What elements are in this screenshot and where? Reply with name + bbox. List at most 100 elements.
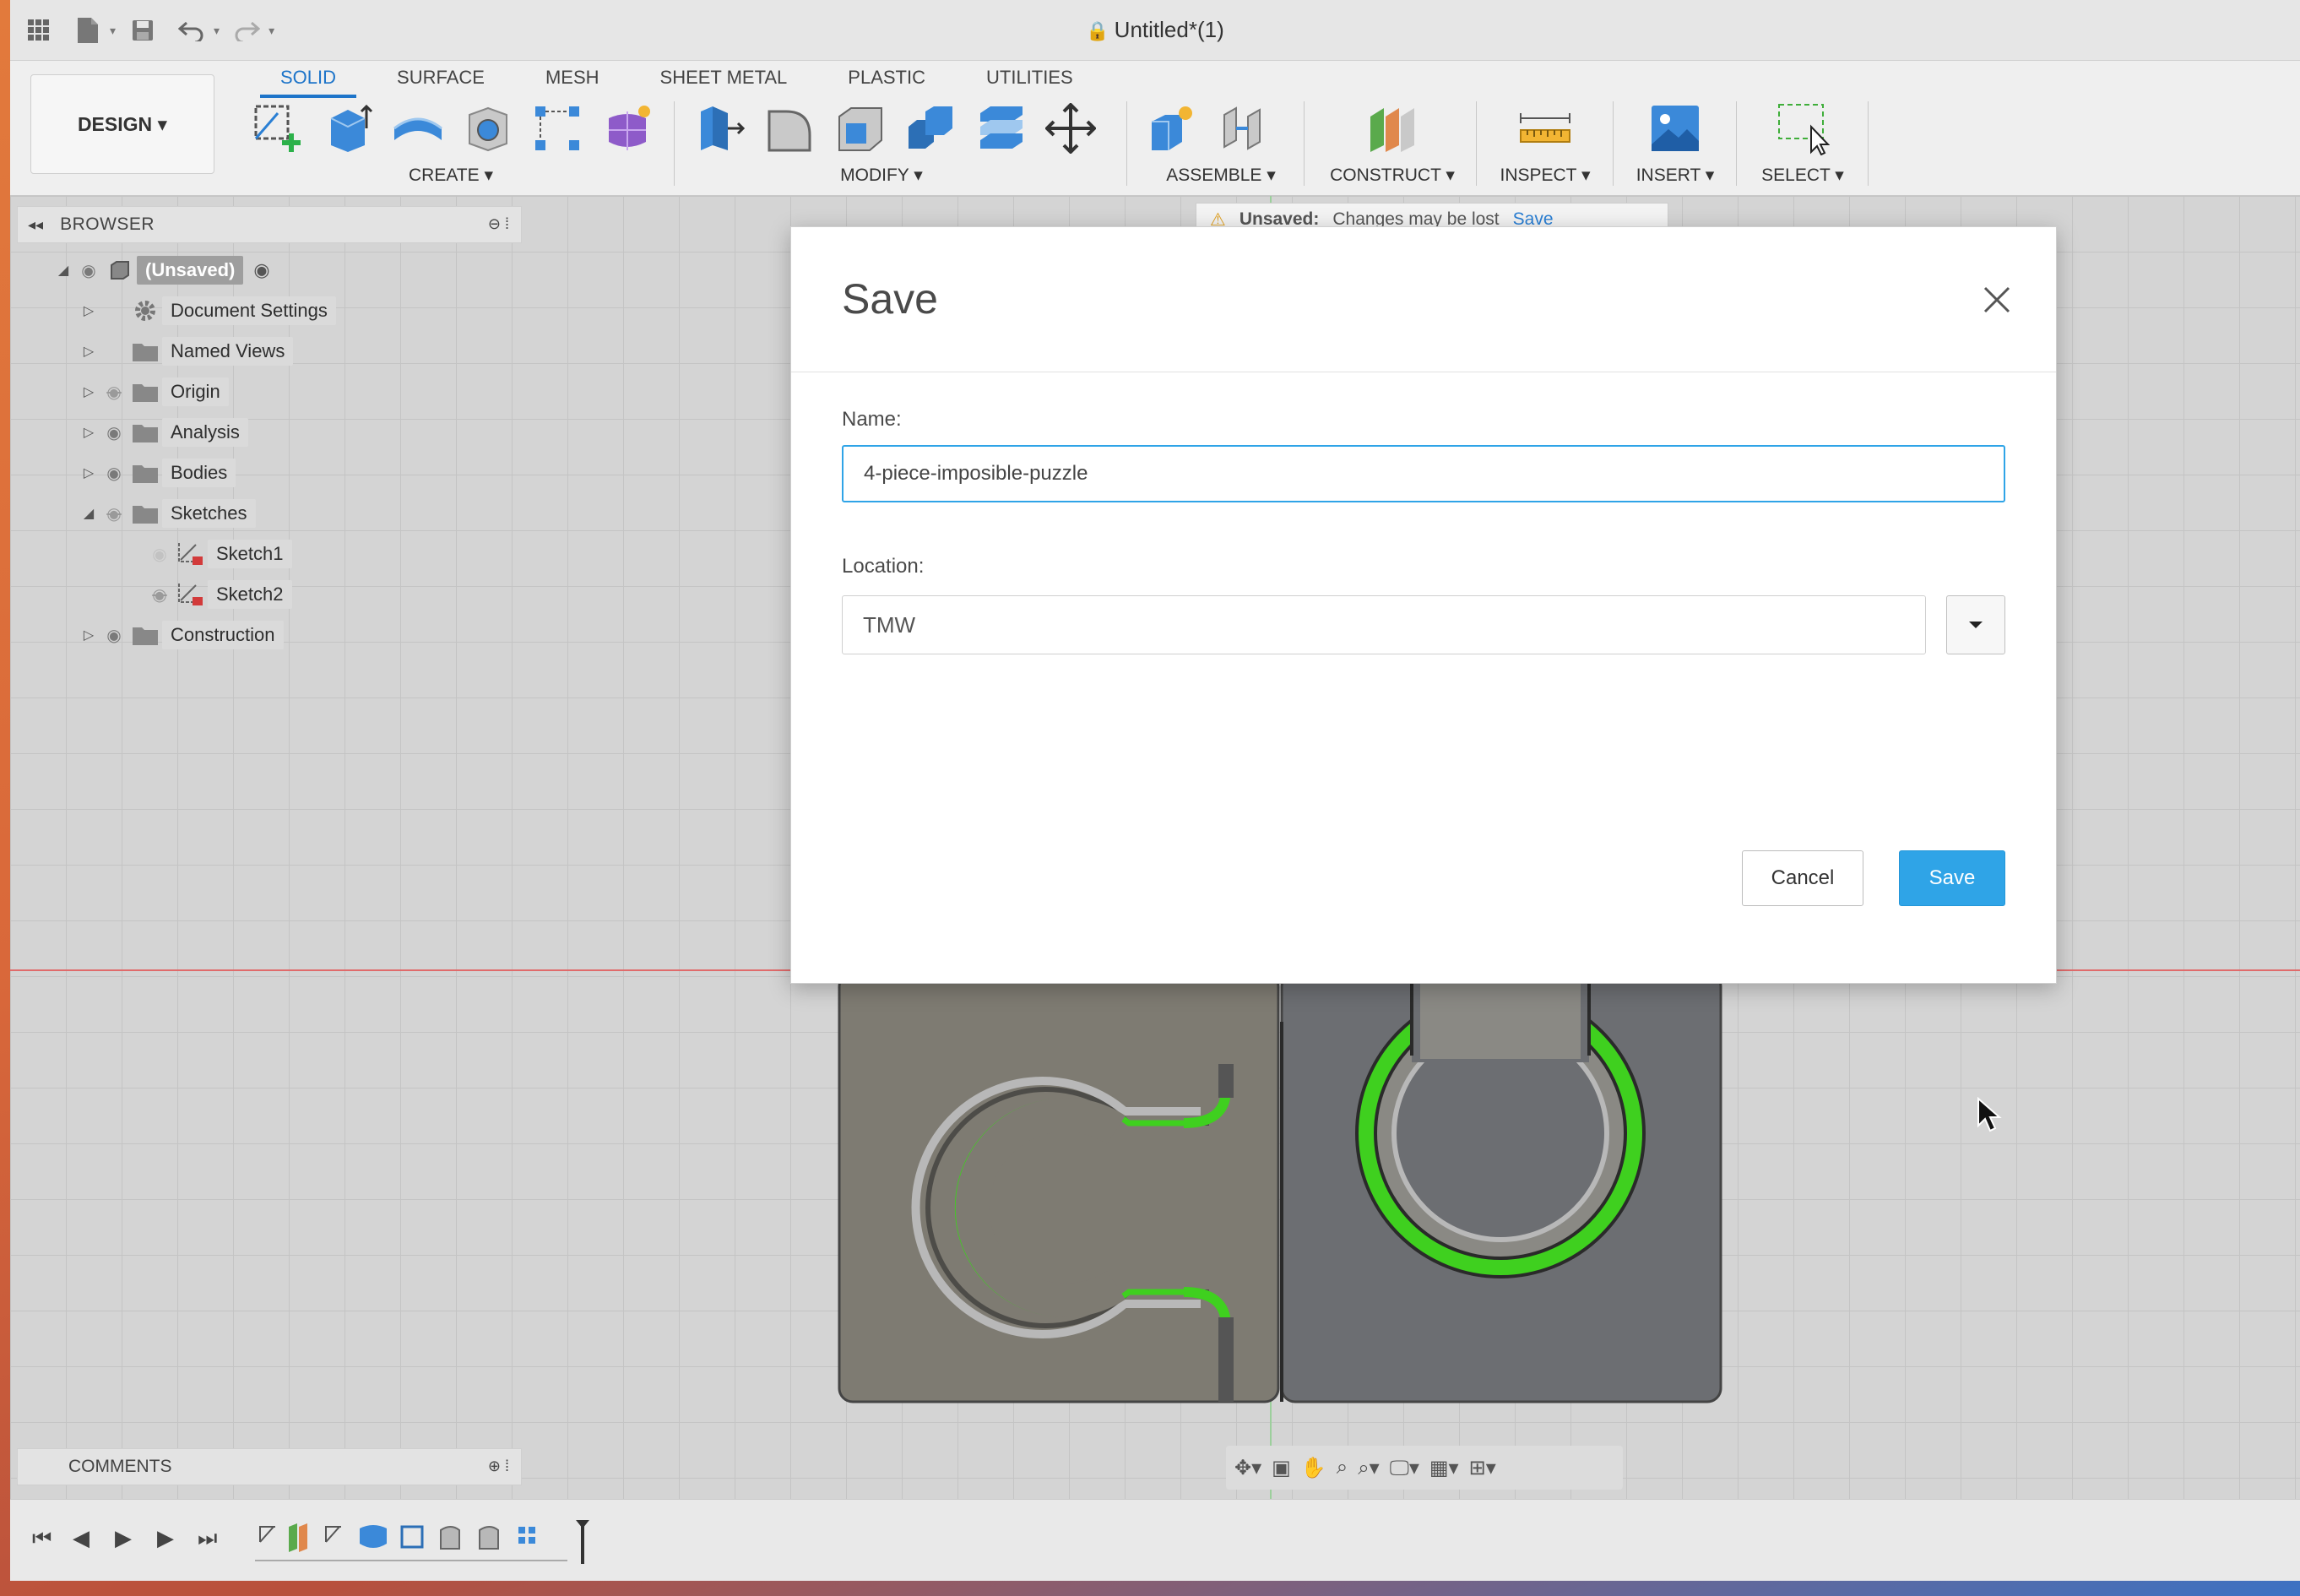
save-button[interactable]: Save	[1899, 850, 2005, 906]
tab-solid[interactable]: SOLID	[250, 61, 366, 98]
inspect-menu[interactable]: INSPECT ▾	[1493, 165, 1598, 186]
create-sketch-icon[interactable]	[252, 101, 304, 155]
zoom-icon[interactable]: ⌕	[1337, 1456, 1348, 1479]
plus-icon[interactable]: ⊕ ⁞	[488, 1458, 509, 1475]
lock-icon: 🔒	[1086, 20, 1109, 41]
orbit-icon[interactable]: ✥▾	[1234, 1456, 1261, 1480]
pan-icon[interactable]: ✋	[1301, 1456, 1326, 1480]
select-icon[interactable]	[1776, 101, 1830, 155]
go-to-start-icon[interactable]: ⏮	[32, 1525, 52, 1552]
display-settings-icon[interactable]: 🖵▾	[1390, 1456, 1419, 1480]
caret-down-icon	[1969, 622, 1983, 628]
eye-hidden-icon[interactable]: ◉	[100, 382, 128, 403]
expand-triangle-icon[interactable]: ▷	[78, 343, 100, 360]
form-icon[interactable]	[601, 101, 654, 155]
fillet-icon[interactable]	[762, 101, 816, 155]
name-input[interactable]	[842, 445, 2005, 502]
modify-group: MODIFY ▾	[692, 98, 1098, 191]
radio-target-icon[interactable]: ◉	[253, 259, 269, 281]
close-icon[interactable]	[1980, 283, 2014, 317]
measure-icon[interactable]	[1518, 101, 1572, 155]
tab-sheet-metal[interactable]: SHEET METAL	[630, 61, 818, 95]
ribbon-tabs: SOLID SURFACE MESH SHEET METAL PLASTIC U…	[250, 61, 1104, 98]
cancel-button[interactable]: Cancel	[1742, 850, 1863, 906]
revolve-icon[interactable]	[391, 101, 445, 155]
pattern-icon[interactable]	[531, 101, 583, 155]
eye-icon[interactable]: ◉	[100, 422, 128, 443]
collapse-triangle-icon[interactable]: ◢	[52, 262, 74, 279]
expand-triangle-icon[interactable]: ▷	[78, 302, 100, 319]
combine-icon[interactable]	[903, 101, 957, 155]
construct-group: CONSTRUCT ▾	[1322, 98, 1462, 191]
expand-triangle-icon[interactable]: ▷	[78, 383, 100, 400]
tree-item-sketch1[interactable]: ◉ Sketch1	[145, 537, 292, 571]
assemble-group: ASSEMBLE ▾	[1145, 98, 1297, 191]
tree-item-analysis[interactable]: ▷ ◉ Analysis	[78, 415, 248, 449]
create-menu[interactable]: CREATE ▾	[248, 165, 654, 186]
viewports-icon[interactable]: ⊞▾	[1469, 1456, 1496, 1480]
tab-mesh[interactable]: MESH	[515, 61, 630, 95]
file-icon[interactable]	[66, 8, 110, 52]
construct-menu[interactable]: CONSTRUCT ▾	[1322, 165, 1462, 186]
minus-icon[interactable]: ⊖ ⁞	[488, 215, 509, 233]
step-forward-icon[interactable]: ▶	[157, 1525, 174, 1551]
tree-item-sketch2[interactable]: ◉ Sketch2	[145, 578, 292, 611]
expand-triangle-icon[interactable]: ▷	[78, 627, 100, 643]
insert-menu[interactable]: INSERT ▾	[1628, 165, 1722, 186]
eye-hidden-icon[interactable]: ◉	[145, 584, 174, 605]
eye-icon[interactable]: ◉	[100, 625, 128, 646]
eye-icon[interactable]: ◉	[74, 260, 103, 281]
gear-icon	[128, 298, 162, 323]
zoom-window-icon[interactable]: ⌕▾	[1358, 1456, 1380, 1480]
insert-image-icon[interactable]	[1648, 101, 1702, 155]
tab-plastic[interactable]: PLASTIC	[817, 61, 956, 95]
undo-icon[interactable]	[170, 8, 214, 52]
chevron-down-icon[interactable]: ▾	[110, 24, 116, 38]
app-grid-icon[interactable]	[17, 8, 61, 52]
select-group: SELECT ▾	[1749, 98, 1856, 191]
go-to-end-icon[interactable]: ⏭	[198, 1525, 217, 1552]
new-component-icon[interactable]	[1145, 101, 1199, 155]
select-menu[interactable]: SELECT ▾	[1749, 165, 1856, 186]
look-at-icon[interactable]: ▣	[1272, 1456, 1291, 1480]
collapse-panel-icon[interactable]: ◂◂	[28, 216, 43, 234]
eye-icon[interactable]: ◉	[145, 544, 174, 565]
timeline-features[interactable]	[255, 1518, 593, 1566]
assemble-menu[interactable]: ASSEMBLE ▾	[1145, 165, 1297, 186]
play-icon[interactable]: ▶	[115, 1525, 132, 1551]
joint-icon[interactable]	[1216, 101, 1270, 155]
inspect-group: INSPECT ▾	[1493, 98, 1598, 191]
tree-item-origin[interactable]: ▷ ◉ Origin	[78, 375, 229, 409]
redo-icon[interactable]	[225, 8, 269, 52]
hole-icon[interactable]	[462, 101, 514, 155]
grid-settings-icon[interactable]: ▦▾	[1429, 1456, 1459, 1480]
chevron-down-icon[interactable]: ▾	[269, 24, 274, 38]
collapse-triangle-icon[interactable]: ◢	[78, 505, 100, 522]
offset-plane-icon[interactable]	[1365, 101, 1419, 155]
location-field[interactable]: TMW	[842, 595, 1926, 654]
tree-item-construction[interactable]: ▷ ◉ Construction	[78, 618, 284, 652]
modify-menu[interactable]: MODIFY ▾	[679, 165, 1084, 186]
tree-item-bodies[interactable]: ▷ ◉ Bodies	[78, 456, 236, 490]
eye-hidden-icon[interactable]: ◉	[100, 503, 128, 524]
tree-root[interactable]: ◢ ◉ (Unsaved) ◉	[52, 253, 270, 287]
tree-item-named-views[interactable]: ▷ ◉ Named Views	[78, 334, 294, 368]
save-icon[interactable]	[121, 8, 165, 52]
move-copy-icon[interactable]	[1044, 101, 1098, 155]
workspace-switcher[interactable]: DESIGN ▾	[30, 74, 214, 174]
step-back-icon[interactable]: ◀	[73, 1525, 90, 1551]
eye-icon[interactable]: ◉	[100, 463, 128, 484]
tab-surface[interactable]: SURFACE	[366, 61, 515, 95]
expand-triangle-icon[interactable]: ▷	[78, 424, 100, 441]
shell-icon[interactable]	[833, 101, 887, 155]
tab-utilities[interactable]: UTILITIES	[956, 61, 1104, 95]
location-dropdown-button[interactable]	[1946, 595, 2005, 654]
extrude-icon[interactable]	[321, 101, 373, 155]
press-pull-icon[interactable]	[692, 101, 746, 155]
split-body-icon[interactable]	[974, 101, 1027, 155]
expand-triangle-icon[interactable]: ▷	[78, 464, 100, 481]
tree-item-document-settings[interactable]: ▷ ◉ Document Settings	[78, 294, 336, 328]
tree-item-sketches[interactable]: ◢ ◉ Sketches	[78, 497, 256, 530]
chevron-down-icon[interactable]: ▾	[214, 24, 220, 38]
browser-panel-header: ◂◂ BROWSER ⊖ ⁞	[17, 206, 522, 243]
